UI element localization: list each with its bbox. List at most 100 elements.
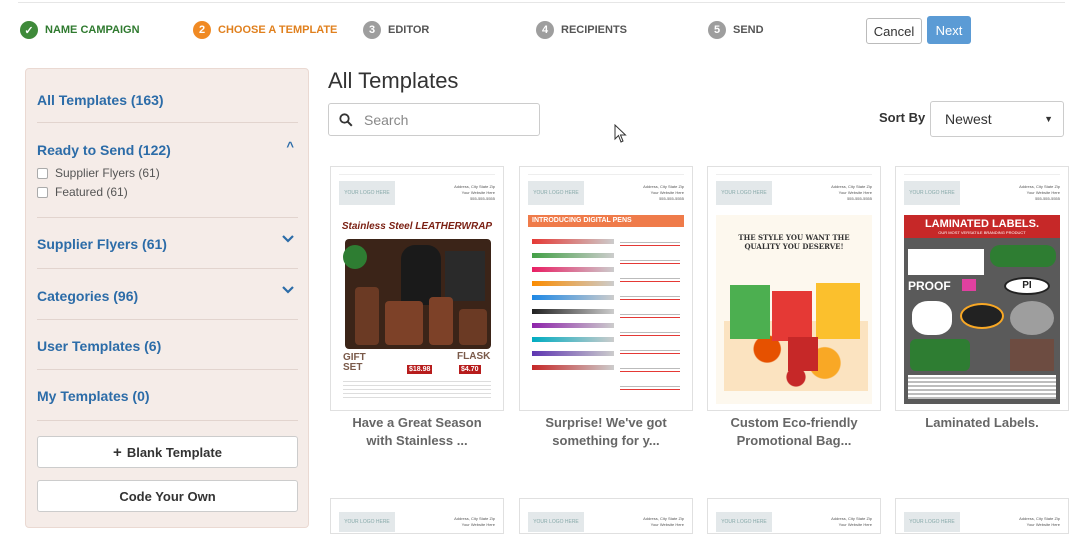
logo-placeholder: YOUR LOGO HERE xyxy=(339,180,395,205)
filter-checkbox-featured[interactable]: Featured (61) xyxy=(37,185,298,199)
chevron-up-icon[interactable]: ^ xyxy=(286,139,294,154)
template-header: YOUR LOGO HERE Address, City State Zip Yo… xyxy=(339,509,495,535)
step-label: SEND xyxy=(733,24,764,36)
template-header: YOUR LOGO HERE Address, City State Zip Yo… xyxy=(904,509,1060,535)
sort-select[interactable]: Newest ▼ xyxy=(930,101,1064,137)
logo-placeholder: YOUR LOGO HERE xyxy=(904,180,960,205)
checkbox[interactable] xyxy=(37,186,48,198)
address-block: Address, City State Zip Your Website Here xyxy=(1019,516,1060,527)
preview-title: INTRODUCING DIGITAL PENS xyxy=(528,215,684,227)
step-editor[interactable]: 3 EDITOR xyxy=(363,20,429,40)
caret-down-icon: ▼ xyxy=(1044,114,1053,124)
pens-image xyxy=(532,233,614,393)
code-your-own-button[interactable]: Code Your Own xyxy=(37,480,298,512)
bags-image xyxy=(724,281,868,391)
template-caption[interactable]: Laminated Labels. xyxy=(895,414,1069,432)
filter-supplier-flyers[interactable]: Supplier Flyers (61) xyxy=(37,218,298,269)
search-placeholder: Search xyxy=(364,111,409,128)
preview-title: LAMINATED LABELS. xyxy=(904,215,1060,230)
logo-placeholder: YOUR LOGO HERE xyxy=(528,512,584,532)
template-preview: LAMINATED LABELS. OUR MOST VERSATILE BRA… xyxy=(904,215,1060,404)
address-block: Address, City State Zip Your Website Here… xyxy=(831,183,872,201)
checkbox-label: Featured (61) xyxy=(55,185,128,199)
step-number: 3 xyxy=(363,21,381,39)
template-preview: Stainless Steel LEATHERWRAP GIFT SET FLA… xyxy=(339,215,495,404)
filter-categories[interactable]: Categories (96) xyxy=(37,269,298,320)
filter-label: Ready to Send (122) xyxy=(37,142,171,158)
template-caption[interactable]: Have a Great Season with Stainless ... xyxy=(330,414,504,450)
template-card[interactable]: YOUR LOGO HERE Address, City State Zip Yo… xyxy=(330,498,504,534)
preview-title: Stainless Steel LEATHERWRAP xyxy=(341,221,493,232)
filter-user-templates[interactable]: User Templates (6) xyxy=(37,320,298,370)
logo-placeholder: YOUR LOGO HERE xyxy=(904,512,960,532)
divider xyxy=(18,2,1065,3)
address-block: Address, City State Zip Your Website Here… xyxy=(1019,183,1060,201)
template-preview: THE STYLE YOU WANT THE QUALITY YOU DESER… xyxy=(716,215,872,404)
template-header: YOUR LOGO HERE Address, City State Zip Yo… xyxy=(528,509,684,535)
template-header: YOUR LOGO HERE Address, City State Zip Yo… xyxy=(528,174,684,210)
step-recipients[interactable]: 4 RECIPIENTS xyxy=(536,20,627,40)
page-title: All Templates xyxy=(328,68,459,93)
plus-icon: + xyxy=(113,443,122,461)
step-number: 4 xyxy=(536,21,554,39)
template-card[interactable]: YOUR LOGO HERE Address, City State Zip Yo… xyxy=(519,498,693,534)
template-card[interactable]: YOUR LOGO HERE Address, City State Zip Yo… xyxy=(519,166,693,411)
address-block: Address, City State Zip Your Website Here… xyxy=(454,183,495,201)
template-header: YOUR LOGO HERE Address, City State Zip Yo… xyxy=(716,509,872,535)
template-caption[interactable]: Surprise! We've got something for y... xyxy=(519,414,693,450)
template-header: YOUR LOGO HERE Address, City State Zip Yo… xyxy=(339,174,495,210)
address-block: Address, City State Zip Your Website Here xyxy=(454,516,495,527)
wizard-steps: ✓ NAME CAMPAIGN 2 CHOOSE A TEMPLATE 3 ED… xyxy=(0,0,1083,60)
step-number: 5 xyxy=(708,21,726,39)
template-preview: INTRODUCING DIGITAL PENS xyxy=(528,215,684,404)
badge-gift-set: GIFT SET xyxy=(343,352,366,373)
template-filter-sidebar: All Templates (163) Ready to Send (122) … xyxy=(25,68,309,528)
template-header: YOUR LOGO HERE Address, City State Zip Yo… xyxy=(904,174,1060,210)
address-block: Address, City State Zip Your Website Here xyxy=(643,516,684,527)
step-label: RECIPIENTS xyxy=(561,24,628,36)
template-card[interactable]: YOUR LOGO HERE Address, City State Zip Yo… xyxy=(895,166,1069,411)
badge-flask: FLASK xyxy=(457,351,491,362)
button-label: Blank Template xyxy=(126,444,222,460)
filter-my-templates[interactable]: My Templates (0) xyxy=(37,370,298,421)
cancel-button[interactable]: Cancel xyxy=(866,18,922,44)
search-icon xyxy=(339,112,353,127)
template-card[interactable]: YOUR LOGO HERE Address, City State Zip Yo… xyxy=(330,166,504,411)
filter-all-templates[interactable]: All Templates (163) xyxy=(37,69,298,123)
step-send[interactable]: 5 SEND xyxy=(708,20,764,40)
logo-placeholder: YOUR LOGO HERE xyxy=(339,512,395,532)
logo-placeholder: YOUR LOGO HERE xyxy=(716,180,772,205)
template-card[interactable]: YOUR LOGO HERE Address, City State Zip Yo… xyxy=(707,166,881,411)
price-tag: $18.98 xyxy=(407,365,433,374)
check-icon: ✓ xyxy=(20,21,38,39)
step-name-campaign[interactable]: ✓ NAME CAMPAIGN xyxy=(20,20,140,40)
preview-title: THE STYLE YOU WANT THE QUALITY YOU DESER… xyxy=(738,233,850,251)
filter-ready-to-send[interactable]: Ready to Send (122) ^ Supplier Flyers (6… xyxy=(37,123,298,218)
step-label: CHOOSE A TEMPLATE xyxy=(218,24,338,36)
mouse-cursor-icon xyxy=(614,124,627,143)
logo-placeholder: YOUR LOGO HERE xyxy=(528,180,584,205)
step-choose-template[interactable]: 2 CHOOSE A TEMPLATE xyxy=(193,20,337,40)
sort-value: Newest xyxy=(945,111,992,127)
checkbox-label: Supplier Flyers (61) xyxy=(55,166,160,180)
blank-template-button[interactable]: + Blank Template xyxy=(37,436,298,468)
price-tag: $4.70 xyxy=(459,365,481,374)
chevron-down-icon[interactable] xyxy=(282,235,294,243)
step-number: 2 xyxy=(193,21,211,39)
sort-label: Sort By xyxy=(879,110,926,125)
address-block: Address, City State Zip Your Website Here… xyxy=(643,183,684,201)
template-caption[interactable]: Custom Eco-friendly Promotional Bag... xyxy=(707,414,881,450)
chevron-down-icon[interactable] xyxy=(282,286,294,294)
filter-label: Supplier Flyers (61) xyxy=(37,236,167,252)
template-card[interactable]: YOUR LOGO HERE Address, City State Zip Yo… xyxy=(895,498,1069,534)
search-input[interactable]: Search xyxy=(328,103,540,136)
template-card[interactable]: YOUR LOGO HERE Address, City State Zip Yo… xyxy=(707,498,881,534)
next-button[interactable]: Next xyxy=(927,16,971,44)
proof-label: PROOF xyxy=(908,279,951,293)
template-header: YOUR LOGO HERE Address, City State Zip Yo… xyxy=(716,174,872,210)
filter-label: My Templates (0) xyxy=(37,388,150,404)
checkbox[interactable] xyxy=(37,167,48,179)
step-label: EDITOR xyxy=(388,24,430,36)
filter-checkbox-supplier-flyers[interactable]: Supplier Flyers (61) xyxy=(37,166,298,180)
button-label: Code Your Own xyxy=(119,488,216,504)
